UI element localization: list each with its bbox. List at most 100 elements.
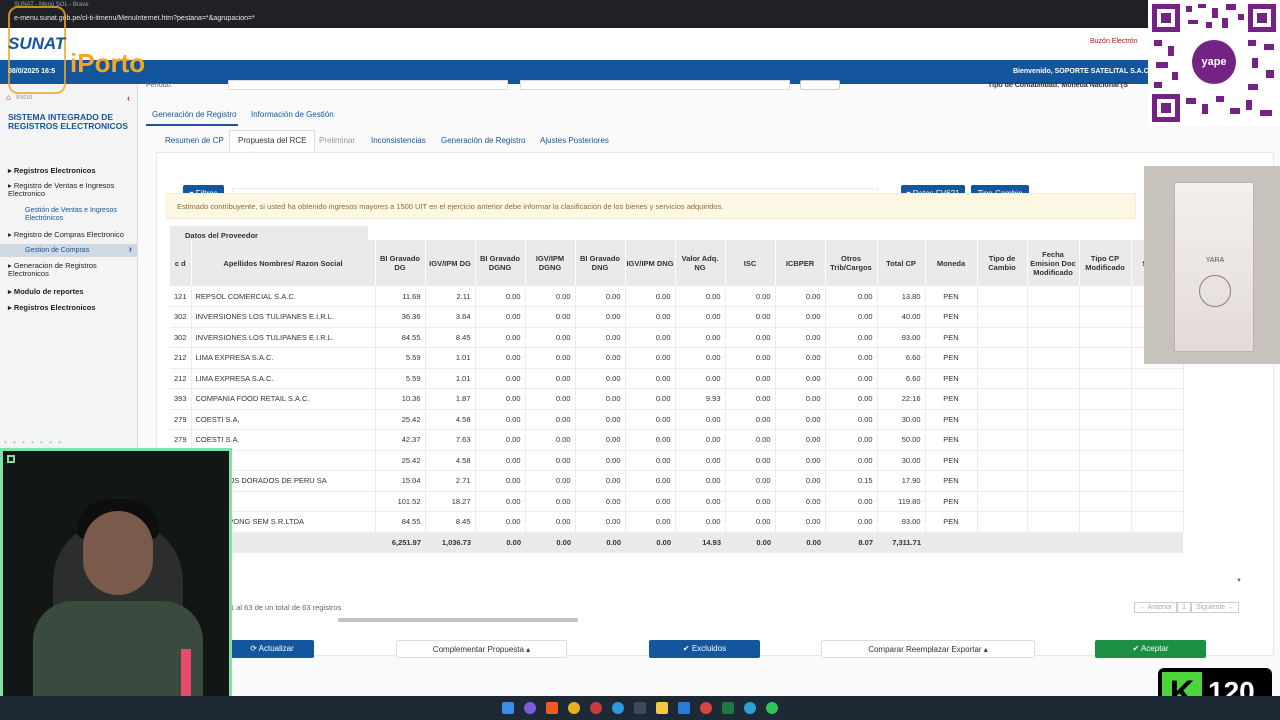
table-cell xyxy=(1079,429,1132,451)
table-row[interactable]: 212 LIMA EXPRESA S.A.C. 5.59 1.01 0.00 0.00 0.… xyxy=(170,368,1184,389)
brave-icon[interactable] xyxy=(546,702,558,714)
column-header[interactable]: Tipo CP Modificado xyxy=(1079,240,1132,286)
totals-row: 6,251.97 1,036.73 0.00 0.00 0.00 0.00 14.93 0.0… xyxy=(170,532,1184,553)
terminal-icon[interactable] xyxy=(634,702,646,714)
column-header[interactable]: Otros Trib/Cargos xyxy=(825,240,878,286)
column-header[interactable]: c d xyxy=(170,240,192,286)
column-header[interactable]: BI Gravado DG xyxy=(375,240,426,286)
table-cell: 0.00 xyxy=(475,470,526,492)
table-cell xyxy=(1079,306,1132,328)
table-cell xyxy=(1131,388,1184,410)
table-cell: 0.00 xyxy=(775,409,826,430)
column-header[interactable]: IGV/IPM DGNG xyxy=(525,240,576,286)
column-header[interactable]: Valor Adq. NG xyxy=(675,240,726,286)
column-header[interactable]: Tipo de Cambio xyxy=(977,240,1028,286)
column-header[interactable]: Moneda xyxy=(925,240,978,286)
table-row[interactable]: 302 INVERSIONES LOS TULIPANES E.I.R.L. 36.… xyxy=(170,306,1184,328)
column-header[interactable]: Fecha Emision Doc Modificado xyxy=(1027,240,1080,286)
tab-inconsistencias[interactable]: Inconsistencias xyxy=(371,136,426,145)
table-cell: 3.64 xyxy=(425,306,476,328)
active-tab-underline xyxy=(146,124,238,126)
table-row[interactable]: 279 COESTI S.A. 42.37 7.63 0.00 0.00 0.00 0.00 0… xyxy=(170,429,1184,451)
aceptar-periodo-button[interactable] xyxy=(800,80,840,90)
table-cell: PEN xyxy=(925,491,978,512)
table-row[interactable]: 302 INVERSIONES LOS TULIPANES E.I.R.L. 84.… xyxy=(170,327,1184,348)
table-cell: 0.00 xyxy=(825,286,878,307)
periodo-field[interactable] xyxy=(228,80,508,90)
table-cell: 6.60 xyxy=(877,368,926,389)
aceptar-button[interactable]: ✔ Aceptar xyxy=(1095,640,1206,658)
tipo-contabilidad: Tipo de Contabilidad: Moneda Nacional (S xyxy=(988,82,1128,89)
table-cell: 0.00 xyxy=(475,511,526,533)
excluidos-button[interactable]: ✔ Excluidos xyxy=(649,640,760,658)
tab-informacion-gestion[interactable]: Información de Gestión xyxy=(251,110,334,119)
table-row[interactable]: 212 LIMA EXPRESA S.A.C. 5.59 1.01 0.00 0.00 0.… xyxy=(170,347,1184,369)
sunat-logo: SUNAT xyxy=(8,34,66,53)
table-row[interactable]: S.R.L101.5218.270.000.000.000.000.000.00… xyxy=(170,491,1184,512)
sidebar-item-compras[interactable]: ▸ Registro de Compras Electronico xyxy=(8,230,124,239)
tab-preliminar[interactable]: Preliminar xyxy=(319,136,355,145)
vscode-icon[interactable] xyxy=(678,702,690,714)
pager-next-button[interactable]: Siguiente → xyxy=(1190,602,1240,613)
copilot-icon[interactable] xyxy=(524,702,536,714)
file-explorer-icon[interactable] xyxy=(656,702,668,714)
sidebar-item-registros[interactable]: ▸ Registros Electronicos xyxy=(8,166,96,175)
sidebar-item-generacion[interactable]: ▸ Generacion de Registros Electronicos xyxy=(8,262,128,278)
table-row[interactable]: AURANT PONG SEM S.R.LTDA 84.55 8.45 0.00 0.0… xyxy=(170,511,1184,533)
welcome-text[interactable]: Bienvenido, SOPORTE SATELITAL S.A.C. - xyxy=(1013,68,1155,75)
whatsapp-icon[interactable] xyxy=(766,702,778,714)
excel-icon[interactable] xyxy=(722,702,734,714)
complementar-propuesta-button[interactable]: Complementar Propuesta ▴ xyxy=(396,640,567,658)
table-cell xyxy=(1079,368,1132,389)
sidebar-item-ventas[interactable]: ▸ Registro de Ventas e Ingresos Electron… xyxy=(8,182,128,198)
buzon-electronico-link[interactable]: Buzón Electrón xyxy=(1090,38,1137,45)
table-cell: 0.00 xyxy=(625,388,676,410)
column-header[interactable]: BI Gravado DGNG xyxy=(475,240,526,286)
column-header[interactable]: Apellidos Nombres/ Razon Social xyxy=(191,240,376,286)
pager-page-1[interactable]: 1 xyxy=(1177,602,1191,613)
tab-propuesta-rce[interactable]: Propuesta del RCE xyxy=(229,130,316,151)
sidebar-item-reportes[interactable]: ▸ Modulo de reportes xyxy=(8,287,83,296)
table-cell: 0.00 xyxy=(775,388,826,410)
column-header[interactable]: ICBPER xyxy=(775,240,826,286)
table-cell: 9.93 xyxy=(675,388,726,410)
browser-icon[interactable] xyxy=(744,702,756,714)
table-row[interactable]: 121 REPSOL COMERCIAL S.A.C. 11.69 2.11 0.00 0… xyxy=(170,286,1184,307)
windows-start-icon[interactable] xyxy=(502,702,514,714)
table-row[interactable]: 393 COMPANIA FOOD RETAIL S.A.C. 10.36 1.87 0… xyxy=(170,388,1184,410)
git-icon[interactable] xyxy=(700,702,712,714)
sidebar-item-registros-2[interactable]: ▸ Registros Electronicos xyxy=(8,303,96,312)
comparar-reemplazar-exportar-button[interactable]: Comparar Reemplazar Exportar ▴ xyxy=(821,640,1035,658)
edge-icon[interactable] xyxy=(612,702,624,714)
tab-generacion-registro-sub[interactable]: Generación de Registro xyxy=(441,136,526,145)
horizontal-scrollbar[interactable] xyxy=(338,618,578,622)
column-header[interactable]: ISC xyxy=(725,240,776,286)
table-cell xyxy=(1027,511,1080,533)
table-cell xyxy=(1027,470,1080,492)
column-header[interactable]: IGV/IPM DG xyxy=(425,240,476,286)
tab-generacion-registro[interactable]: Generación de Registro xyxy=(152,110,237,119)
sidebar-item-gestion-compras[interactable]: Gestion de Compras › xyxy=(0,244,137,257)
tab-ajustes-posteriores[interactable]: Ajustes Posteriores xyxy=(540,136,609,145)
column-header[interactable]: BI Gravado DNG xyxy=(575,240,626,286)
chrome-icon[interactable] xyxy=(568,702,580,714)
perfume-box: YARA xyxy=(1174,182,1254,352)
actualizar-button[interactable]: ⟳ Actualizar xyxy=(230,640,314,658)
table-row[interactable]: NES ARCOS DORADOS DE PERU SA 15.04 2.71 0.0… xyxy=(170,470,1184,492)
sidebar-item-gestion-ventas[interactable]: Gestión de Ventas e Ingresos Electrónico… xyxy=(25,207,130,223)
table-row[interactable]: 25.42 4.58 0.00 0.00 0.00 0.00 0.00 0.00 0.00 0.0… xyxy=(170,450,1184,471)
opera-icon[interactable] xyxy=(590,702,602,714)
table-cell: 6.60 xyxy=(877,347,926,369)
tab-resumen-cp[interactable]: Resumen de CP xyxy=(165,136,224,145)
table-cell: 0.00 xyxy=(575,286,626,307)
column-header[interactable]: IGV/IPM DNG xyxy=(625,240,676,286)
yape-qr-code: yape xyxy=(1148,0,1280,126)
periodo-fin-field[interactable] xyxy=(520,80,790,90)
pager-prev-button[interactable]: ← Anterior xyxy=(1134,602,1178,613)
table-row[interactable]: 279 COESTI S.A. 25.42 4.58 0.00 0.00 0.00 0.00 0… xyxy=(170,409,1184,430)
scroll-down-icon[interactable]: ▼ xyxy=(1236,578,1242,584)
table-cell: 0.00 xyxy=(525,368,576,389)
table-cell: 0.00 xyxy=(725,368,776,389)
table-cell: COMPANIA FOOD RETAIL S.A.C. xyxy=(191,388,376,410)
column-header[interactable]: Total CP xyxy=(877,240,926,286)
